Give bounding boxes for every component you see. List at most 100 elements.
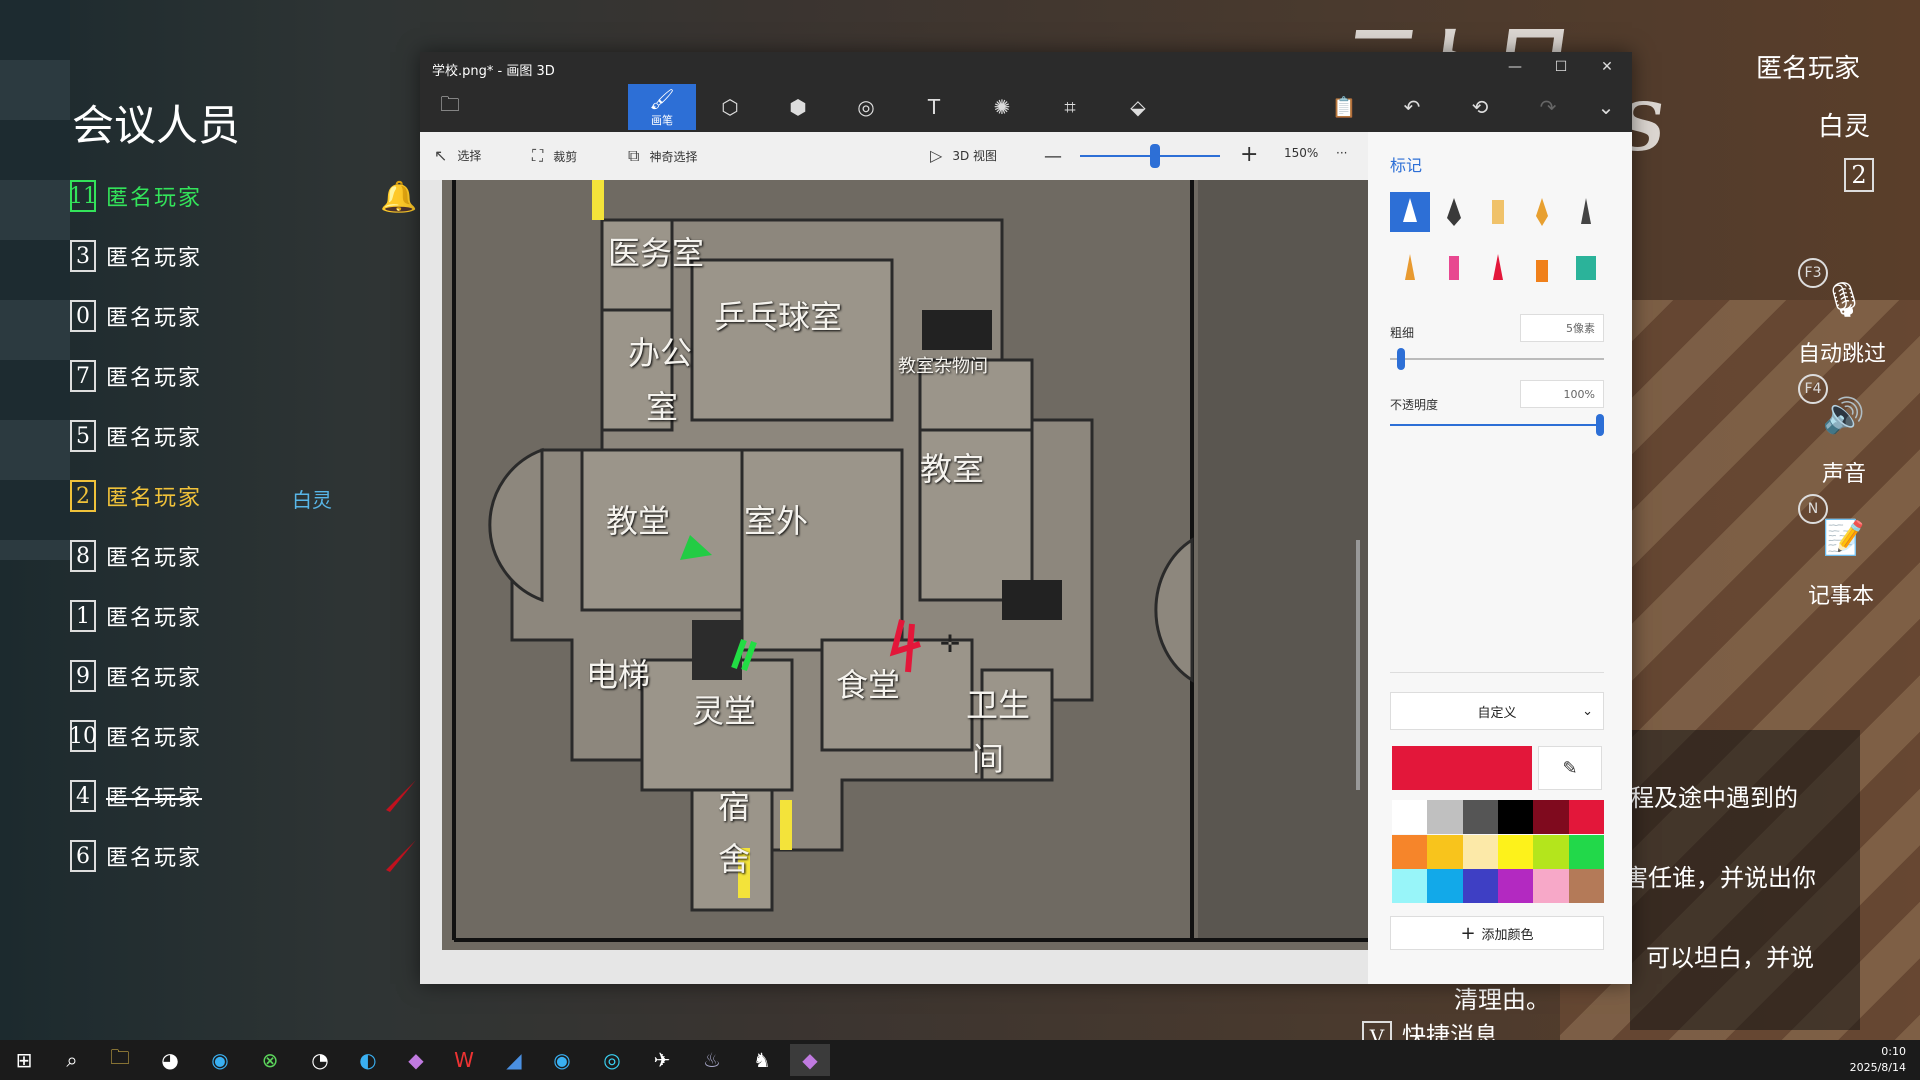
- maximize-button[interactable]: ☐: [1538, 52, 1584, 82]
- qq-icon[interactable]: ◕: [150, 1044, 190, 1076]
- player-row[interactable]: 0 匿名玩家: [70, 294, 202, 338]
- speedtest-icon[interactable]: ◔: [300, 1044, 340, 1076]
- player-row[interactable]: 10 匿名玩家: [69, 714, 202, 758]
- zoom-level[interactable]: 150%: [1284, 146, 1318, 160]
- notepad-label[interactable]: 记事本: [1808, 578, 1874, 610]
- calligraphy-pen-brush[interactable]: [1434, 192, 1474, 232]
- spray-can-brush[interactable]: [1522, 248, 1562, 288]
- opacity-slider-thumb[interactable]: [1596, 414, 1604, 436]
- sound-label[interactable]: 声音: [1822, 456, 1866, 488]
- palette-swatch[interactable]: [1533, 869, 1569, 904]
- eyedropper-button[interactable]: ✎: [1538, 746, 1602, 790]
- palette-swatch[interactable]: [1462, 800, 1498, 834]
- palette-swatch[interactable]: [1497, 800, 1534, 834]
- windows-start-icon[interactable]: ⊞: [4, 1044, 44, 1076]
- palette-swatch[interactable]: [1427, 869, 1463, 904]
- office-icon[interactable]: ◆: [396, 1044, 436, 1076]
- close-button[interactable]: ✕: [1584, 52, 1630, 82]
- tool-3d-library[interactable]: ⬙: [1104, 84, 1172, 130]
- zoom-in-button[interactable]: +: [1240, 142, 1258, 167]
- player-row[interactable]: 6 匿名玩家: [70, 834, 202, 878]
- feishu-icon[interactable]: ◢: [494, 1044, 534, 1076]
- current-color-swatch[interactable]: [1392, 746, 1532, 790]
- paste-icon[interactable]: 📋: [1324, 84, 1364, 130]
- palette-swatch[interactable]: [1497, 834, 1534, 869]
- pixel-pen-brush[interactable]: [1566, 192, 1606, 232]
- zoom-out-button[interactable]: —: [1044, 146, 1062, 167]
- vertical-scrollbar[interactable]: [1356, 540, 1360, 790]
- select-button[interactable]: ↖ 选择: [434, 146, 481, 165]
- browser-icon[interactable]: ◉: [200, 1044, 240, 1076]
- tool-brushes[interactable]: 🖌 画笔: [628, 84, 696, 130]
- oil-brush[interactable]: [1478, 192, 1518, 232]
- palette-swatch[interactable]: [1568, 869, 1604, 904]
- redo-icon[interactable]: ↷: [1528, 84, 1568, 130]
- add-color-button[interactable]: + 添加颜色: [1390, 916, 1604, 950]
- thickness-slider[interactable]: [1390, 358, 1604, 360]
- palette-swatch[interactable]: [1462, 869, 1498, 904]
- player-row[interactable]: 4 匿名玩家: [70, 774, 202, 818]
- watercolor-brush[interactable]: [1522, 192, 1562, 232]
- menu-folder-icon[interactable]: 🗀: [430, 84, 470, 130]
- minimize-button[interactable]: —: [1492, 52, 1538, 82]
- tool-stickers[interactable]: ◎: [832, 84, 900, 130]
- crayon-brush[interactable]: [1478, 248, 1518, 288]
- palette-swatch[interactable]: [1392, 869, 1428, 904]
- game-icon[interactable]: ♞: [742, 1044, 782, 1076]
- eraser-brush[interactable]: [1434, 248, 1474, 288]
- player-row[interactable]: 2 匿名玩家: [70, 474, 202, 518]
- palette-swatch[interactable]: [1497, 869, 1534, 904]
- app-icon-2[interactable]: ✈: [642, 1044, 682, 1076]
- palette-swatch[interactable]: [1427, 800, 1463, 834]
- notepad-icon[interactable]: 📝: [1822, 516, 1866, 560]
- opacity-slider[interactable]: [1390, 424, 1604, 426]
- player-row[interactable]: 5 匿名玩家: [70, 414, 202, 458]
- palette-swatch[interactable]: [1568, 800, 1604, 834]
- color-mode-dropdown[interactable]: 自定义 ⌄: [1390, 692, 1604, 730]
- edge-icon[interactable]: ◐: [348, 1044, 388, 1076]
- palette-swatch[interactable]: [1533, 834, 1569, 869]
- expand-chevron-icon[interactable]: ⌄: [1586, 84, 1626, 130]
- bell-icon[interactable]: 🔔: [380, 180, 417, 215]
- tool-effects[interactable]: ✺: [968, 84, 1036, 130]
- player-row[interactable]: 11 匿名玩家: [69, 174, 202, 218]
- wps-icon[interactable]: W: [444, 1044, 484, 1076]
- palette-swatch[interactable]: [1427, 834, 1463, 869]
- player-row[interactable]: 1 匿名玩家: [70, 594, 202, 638]
- speaker-icon[interactable]: 🔊: [1822, 394, 1866, 438]
- paint3d-icon[interactable]: ◆: [790, 1044, 830, 1076]
- player-row[interactable]: 3 匿名玩家: [70, 234, 202, 278]
- 3d-view-button[interactable]: ▷ 3D 视图: [930, 146, 997, 165]
- auto-skip-label[interactable]: 自动跳过: [1798, 336, 1886, 368]
- tool-2d-shapes[interactable]: ⬡: [696, 84, 764, 130]
- palette-swatch[interactable]: [1533, 800, 1569, 834]
- canvas-area[interactable]: 医务室 办公 室 乒乓球室 教室杂物间 教堂 室外 教室 电梯 灵堂 食堂 卫生…: [420, 180, 1368, 984]
- tool-text[interactable]: T: [900, 84, 968, 130]
- steam-icon[interactable]: ♨: [692, 1044, 732, 1076]
- pencil-brush[interactable]: [1390, 248, 1430, 288]
- player-row[interactable]: 7 匿名玩家: [70, 354, 202, 398]
- zoom-slider-thumb[interactable]: [1150, 144, 1160, 168]
- more-options-button[interactable]: ···: [1336, 146, 1347, 160]
- app-icon[interactable]: ◎: [592, 1044, 632, 1076]
- tool-3d-shapes[interactable]: ⬢: [764, 84, 832, 130]
- tool-canvas[interactable]: ⌗: [1036, 84, 1104, 130]
- file-explorer-icon[interactable]: 🗀: [100, 1044, 140, 1076]
- thickness-slider-thumb[interactable]: [1396, 348, 1405, 370]
- opacity-field[interactable]: 100%: [1520, 380, 1604, 408]
- thickness-field[interactable]: 5像素: [1520, 314, 1604, 342]
- palette-swatch[interactable]: [1462, 834, 1498, 869]
- school-map-image[interactable]: [442, 180, 1368, 950]
- magic-select-button[interactable]: ⧉ 神奇选择: [628, 146, 697, 166]
- player-row[interactable]: 9 匿名玩家: [70, 654, 202, 698]
- palette-swatch[interactable]: [1568, 834, 1604, 869]
- palette-swatch[interactable]: [1392, 800, 1428, 834]
- xbox-icon[interactable]: ⊗: [250, 1044, 290, 1076]
- marker-brush[interactable]: [1390, 192, 1430, 232]
- undo-icon[interactable]: ↶: [1392, 84, 1432, 130]
- system-clock[interactable]: 0:10 2025/8/14: [1850, 1044, 1906, 1076]
- fill-bucket-brush[interactable]: [1566, 248, 1606, 288]
- crop-button[interactable]: ⛶ 裁剪: [532, 146, 577, 166]
- qq-browser-icon[interactable]: ◉: [542, 1044, 582, 1076]
- mic-muted-icon[interactable]: 🎙: [1822, 278, 1866, 322]
